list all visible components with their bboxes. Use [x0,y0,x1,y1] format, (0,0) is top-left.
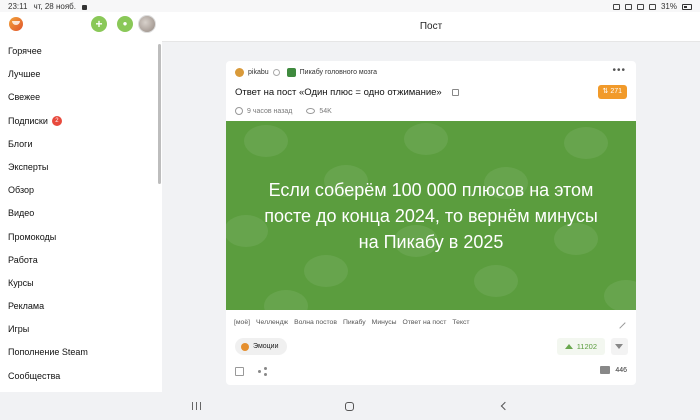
bell-icon[interactable]: ● [117,16,133,32]
tag-list: [моё] Челлендж Волна постов Пикабу Минус… [234,319,470,326]
open-external-icon[interactable] [452,88,460,96]
sidebar-item-blogs[interactable]: Блоги [0,133,160,156]
emotions-button[interactable]: Эмоции [235,338,287,355]
top-bar: Пост [162,12,700,42]
eye-icon [306,108,316,114]
vote-controls: 11202 [556,338,628,355]
upvote-button[interactable]: 11202 [556,338,605,355]
sidebar-item-experts[interactable]: Эксперты [0,156,160,179]
notification-badge: 2 [51,116,62,127]
lock-icon [81,5,87,10]
comments-button[interactable]: 446 [600,366,627,374]
sidebar-item-subscriptions[interactable]: Подписки 2 [0,110,160,133]
save-icon[interactable] [235,367,244,376]
back-icon[interactable] [500,401,510,411]
rating-badge: ⇅ 271 [597,85,627,99]
add-post-button[interactable]: + [91,16,107,32]
verified-icon [272,69,280,76]
post-card: pikabu Пикабу головного мозга ••• Ответ … [226,61,636,385]
share-icon[interactable] [258,367,267,376]
sidebar-item-fresh[interactable]: Свежее [0,86,160,109]
sidebar-item-jobs[interactable]: Работа [0,249,160,272]
author-avatar-icon[interactable] [235,68,244,77]
tag[interactable]: [моё] [234,319,250,326]
sidebar-item-best[interactable]: Лучшее [0,63,160,86]
tag[interactable]: Волна постов [294,319,337,326]
pikabu-logo-icon[interactable] [9,17,23,31]
wifi-icon [636,3,644,10]
signal-icon [648,3,656,10]
sidebar-item-ads[interactable]: Реклама [0,295,160,318]
clock-icon [235,107,243,115]
sidebar-item-steam[interactable]: Пополнение Steam [0,341,160,364]
downvote-button[interactable] [611,338,628,355]
sidebar-item-promocodes[interactable]: Промокоды [0,226,160,249]
sidebar-item-communities[interactable]: Сообщества [0,365,160,388]
sidebar-item-overview[interactable]: Обзор [0,179,160,202]
sidebar-item-hot[interactable]: Горячее [0,40,160,63]
tag[interactable]: Текст [452,319,469,326]
post-time: 9 часов назад [247,107,293,115]
sidebar-nav: Горячее Лучшее Свежее Подписки 2 Блоги Эк… [0,40,160,388]
more-options-icon[interactable]: ••• [612,65,626,76]
sidebar-item-video[interactable]: Видео [0,202,160,225]
status-date: чт, 28 нояб. [33,2,76,11]
battery-percent: 31% [660,2,677,11]
tag[interactable]: Ответ на пост [403,319,447,326]
status-time: 23:11 [8,2,28,11]
page-title: Пост [419,21,443,32]
banner-text: Если соберём 100 000 плюсов на этом пост… [264,180,598,252]
post-views: 54K [319,107,332,115]
sidebar-item-courses[interactable]: Курсы [0,272,160,295]
sidebar: + ● Горячее Лучшее Свежее Подписки 2 Блог… [0,12,162,392]
edit-tags-icon[interactable] [614,317,626,329]
link-icon [612,3,620,10]
avatar[interactable] [138,15,156,33]
author-name[interactable]: pikabu [248,69,269,76]
post-meta: pikabu Пикабу головного мозга [235,68,377,77]
system-nav-bar [0,392,700,420]
community-icon[interactable] [286,68,296,77]
tag[interactable]: Минусы [372,319,397,326]
upvote-count: 11202 [576,342,597,351]
tag[interactable]: Пикабу [343,319,366,326]
post-stats: 9 часов назад 54K [235,107,332,115]
alarm-icon [624,3,632,10]
arrow-up-icon [564,344,573,349]
post-actions [235,367,267,376]
sidebar-item-games[interactable]: Игры [0,318,160,341]
sidebar-scrollbar[interactable] [158,44,161,184]
status-bar: 23:11 чт, 28 нояб. 31% [0,0,700,12]
emoji-icon [241,342,249,351]
recent-apps-icon[interactable] [192,402,201,410]
post-image: Если соберём 100 000 плюсов на этом пост… [226,121,636,310]
home-icon[interactable] [345,402,354,411]
community-name[interactable]: Пикабу головного мозга [300,69,377,76]
sidebar-header: + ● [0,12,162,40]
arrow-down-icon [615,344,623,349]
comment-icon [600,366,611,374]
tag[interactable]: Челлендж [256,319,288,326]
comments-count: 446 [615,366,627,374]
battery-icon [682,3,692,10]
post-title[interactable]: Ответ на пост «Один плюс = одно отжимани… [235,87,460,98]
